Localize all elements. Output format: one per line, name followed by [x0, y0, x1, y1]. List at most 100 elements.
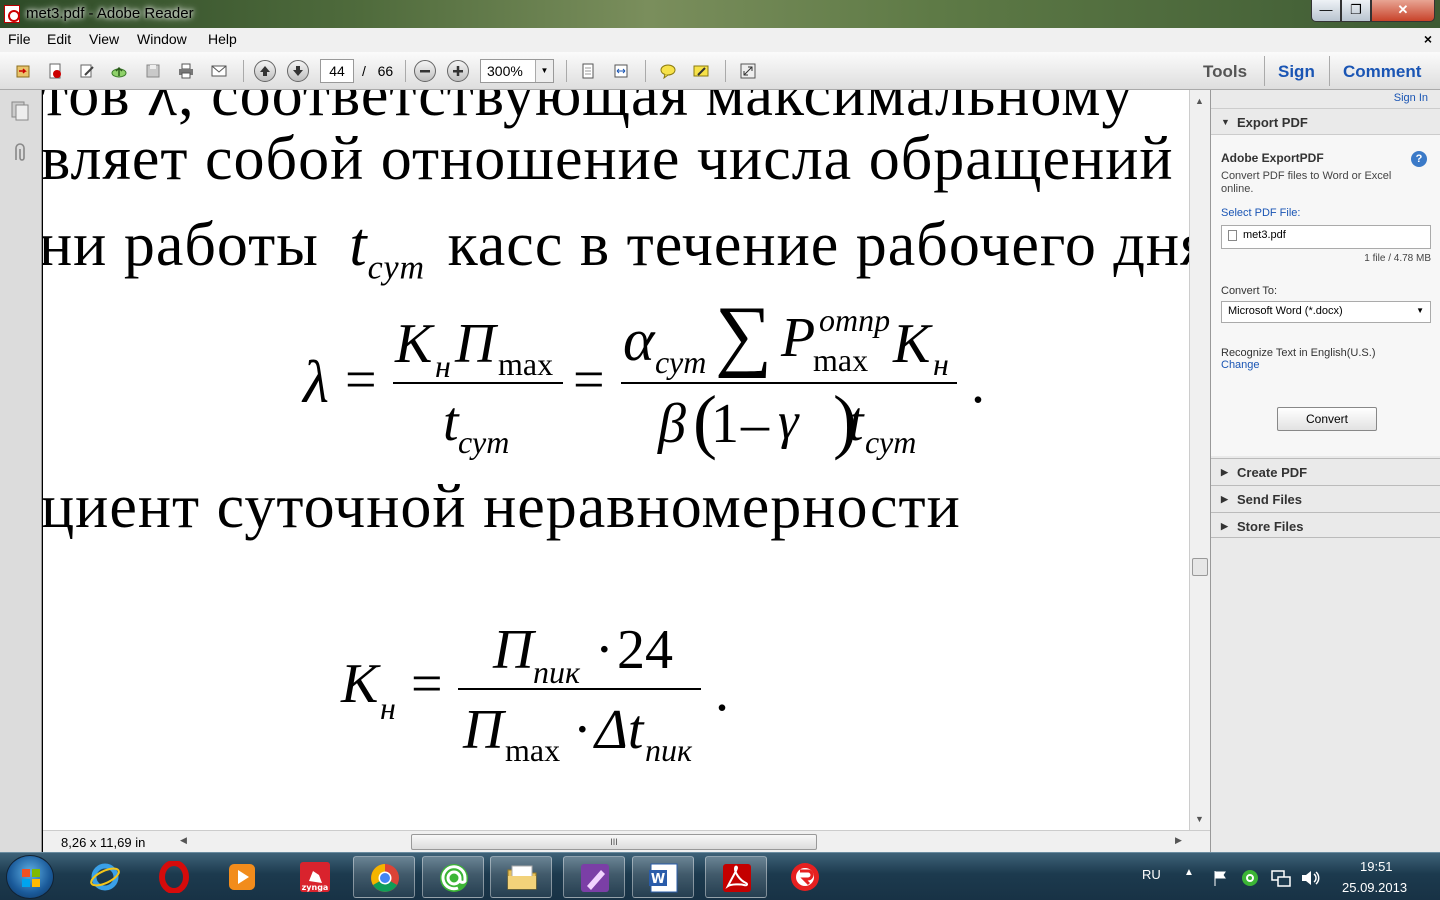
menu-view[interactable]: View: [89, 31, 119, 47]
create-pdf-button[interactable]: [44, 60, 66, 82]
convert-to-label: Convert To:: [1221, 285, 1278, 297]
taskbar-antivirus[interactable]: [774, 856, 836, 898]
comment-tab[interactable]: Comment: [1343, 62, 1421, 82]
sign-tab[interactable]: Sign: [1278, 62, 1315, 82]
volume-icon[interactable]: [1300, 868, 1320, 888]
taskbar-chrome[interactable]: [353, 856, 415, 898]
taskbar-onenote[interactable]: [563, 856, 625, 898]
network-icon[interactable]: [1271, 869, 1291, 887]
clock-date[interactable]: 25.09.2013: [1342, 880, 1407, 895]
close-button[interactable]: ✕: [1371, 0, 1435, 22]
export-description: Convert PDF files to Word or Excel onlin…: [1221, 170, 1392, 195]
chevron-down-icon: ▼: [1221, 117, 1230, 127]
sign-in-link[interactable]: Sign In: [1394, 92, 1428, 104]
zoom-value: 300%: [487, 63, 523, 79]
chevron-right-icon: ▶: [1221, 521, 1228, 531]
store-files-header[interactable]: ▶ Store Files: [1211, 512, 1440, 538]
tools-tab[interactable]: Tools: [1203, 62, 1247, 82]
chevron-up-icon[interactable]: ▲: [1184, 867, 1194, 878]
text-line-3-start: ни работы: [43, 211, 319, 279]
zoom-in-button[interactable]: [447, 60, 469, 82]
convert-button[interactable]: Convert: [1277, 407, 1377, 431]
vertical-scroll-thumb[interactable]: [1192, 558, 1208, 576]
close-document-button[interactable]: ×: [1424, 31, 1432, 47]
alpha-symbol: α: [623, 307, 655, 373]
number-24: 24: [617, 619, 673, 681]
k-symbol: К: [893, 313, 931, 375]
menu-help[interactable]: Help: [208, 31, 237, 47]
scroll-up-icon[interactable]: ▲: [1195, 96, 1204, 106]
start-button[interactable]: [6, 855, 54, 899]
menu-window[interactable]: Window: [137, 31, 187, 47]
horizontal-scrollbar[interactable]: 8,26 x 11,69 in ◀ III ▶: [43, 830, 1210, 852]
send-files-label: Send Files: [1237, 492, 1303, 507]
menu-file[interactable]: File: [8, 31, 31, 47]
help-icon[interactable]: ?: [1411, 151, 1427, 167]
sticky-note-button[interactable]: [657, 60, 679, 82]
taskbar-opera[interactable]: [143, 856, 205, 898]
upload-button[interactable]: [108, 60, 130, 82]
open-icon: [16, 65, 30, 78]
taskbar-zynga[interactable]: zynga: [284, 856, 346, 898]
window-title: met3.pdf - Adobe Reader: [26, 5, 194, 22]
scroll-right-icon[interactable]: ▶: [1175, 835, 1182, 846]
zoom-level-select[interactable]: 300% ▼: [480, 59, 554, 83]
previous-page-button[interactable]: [254, 60, 276, 82]
store-files-label: Store Files: [1237, 519, 1304, 534]
fraction-bar: [393, 382, 563, 384]
vertical-scrollbar[interactable]: ▲ ▼: [1189, 90, 1210, 830]
p-symbol: П: [493, 619, 534, 681]
pdf-file-field[interactable]: met3.pdf: [1221, 225, 1431, 249]
multiply-dot: ·: [573, 699, 592, 761]
t-symbol: t: [848, 391, 864, 453]
t-subscript: сут: [367, 249, 426, 287]
taskbar-internet-explorer[interactable]: [74, 856, 136, 898]
highlight-button[interactable]: [690, 60, 712, 82]
clock-time[interactable]: 19:51: [1360, 859, 1393, 874]
page-number-input[interactable]: 44: [320, 59, 354, 83]
page-thumbnails-icon[interactable]: [10, 100, 30, 122]
horizontal-scroll-thumb[interactable]: III: [411, 834, 817, 850]
save-button[interactable]: [142, 60, 164, 82]
fit-page-button[interactable]: [577, 60, 599, 82]
mail-agent-tray-icon[interactable]: [1241, 869, 1259, 887]
taskbar-media-player[interactable]: [211, 856, 273, 898]
envelope-icon: [211, 65, 227, 77]
open-button[interactable]: [12, 60, 34, 82]
one-digit: 1: [711, 393, 739, 455]
export-title: Adobe ExportPDF: [1221, 151, 1324, 165]
maximize-button[interactable]: ❐: [1341, 0, 1371, 22]
email-button[interactable]: [208, 60, 230, 82]
alpha-subscript: сут: [655, 344, 707, 380]
scroll-left-icon[interactable]: ◀: [180, 835, 187, 846]
taskbar-file-explorer[interactable]: [490, 856, 552, 898]
taskbar-adobe-reader[interactable]: [705, 856, 767, 898]
fit-width-button[interactable]: [610, 60, 632, 82]
change-link[interactable]: Change: [1221, 359, 1260, 371]
equals-sign: =: [345, 349, 377, 411]
chevron-down-icon[interactable]: ▼: [535, 60, 553, 82]
minimize-button[interactable]: —: [1311, 0, 1341, 22]
action-center-flag-icon[interactable]: [1212, 869, 1230, 887]
next-page-button[interactable]: [287, 60, 309, 82]
save-icon: [146, 64, 160, 78]
export-pdf-header[interactable]: ▼ Export PDF: [1211, 108, 1440, 134]
create-pdf-header[interactable]: ▶ Create PDF: [1211, 458, 1440, 484]
edit-button[interactable]: [76, 60, 98, 82]
convert-to-select[interactable]: Microsoft Word (*.docx) ▼: [1221, 301, 1431, 323]
toolbar-separator: [566, 60, 567, 82]
taskbar-word[interactable]: W: [632, 856, 694, 898]
arrow-down-icon: [293, 66, 303, 76]
sum-symbol: ∑: [715, 291, 773, 379]
zoom-out-button[interactable]: [414, 60, 436, 82]
send-files-header[interactable]: ▶ Send Files: [1211, 485, 1440, 511]
menu-edit[interactable]: Edit: [47, 31, 71, 47]
full-screen-button[interactable]: [737, 60, 759, 82]
print-button[interactable]: [175, 60, 197, 82]
file-icon: [1228, 229, 1237, 241]
language-indicator[interactable]: RU: [1142, 867, 1161, 882]
scroll-down-icon[interactable]: ▼: [1195, 814, 1204, 824]
paperclip-icon[interactable]: [10, 142, 30, 164]
adobe-reader-icon: [723, 864, 751, 892]
taskbar-mail-agent[interactable]: [422, 856, 484, 898]
